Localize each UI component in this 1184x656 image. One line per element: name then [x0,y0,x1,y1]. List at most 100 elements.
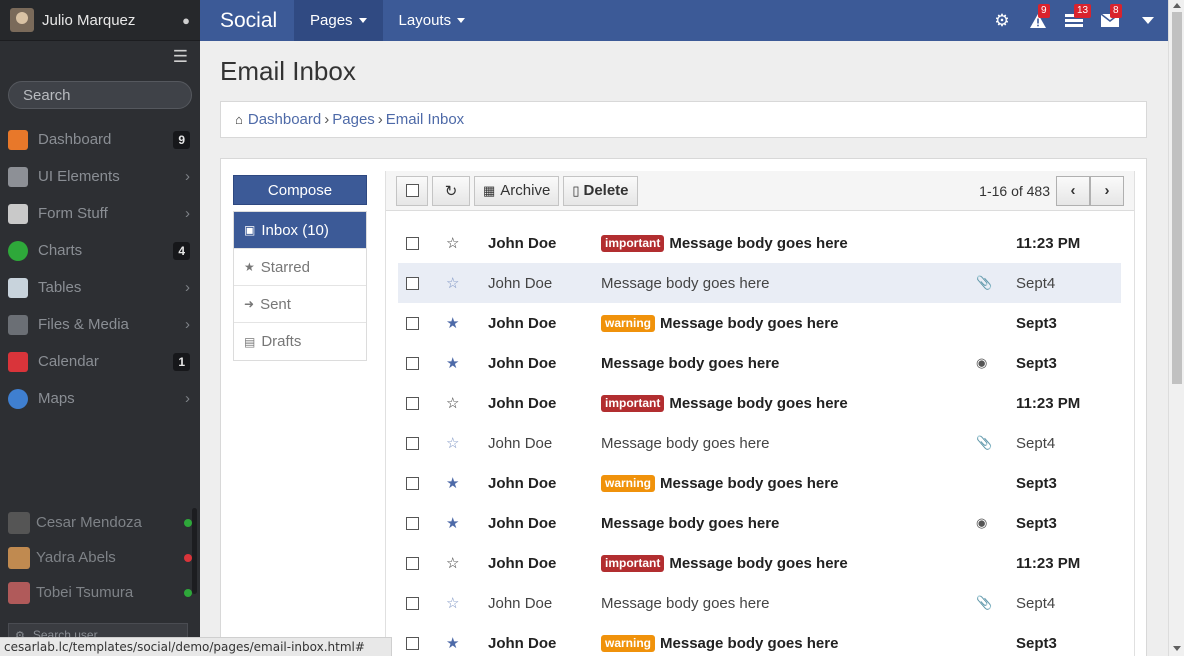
contact-item[interactable]: Tobei Tsumura [0,575,200,610]
settings-button[interactable]: ⚙ [984,0,1020,41]
page-scrollbar[interactable] [1168,0,1184,656]
message-row[interactable]: ★ John Doe warning Message body goes here Se… [398,623,1121,656]
star-icon[interactable]: ★ [426,354,488,372]
row-checkbox[interactable] [406,356,419,370]
message-row[interactable]: ☆ John Doe important Message body goes here… [398,223,1121,263]
star-icon[interactable]: ☆ [426,234,488,252]
attachment-cell: 📎 [976,275,1016,291]
contact-item[interactable]: Yadra Abels [0,540,200,575]
user-avatar[interactable] [10,8,34,32]
star-icon[interactable]: ☆ [426,274,488,292]
folder-drafts[interactable]: ▤ Drafts [234,323,366,360]
tasks-button[interactable]: 13 [1056,0,1092,41]
nav-layouts[interactable]: Layouts [383,0,482,41]
star-icon[interactable]: ☆ [426,394,488,412]
chevron-left-icon: ‹ [1070,182,1076,199]
folder-starred[interactable]: ★ Starred [234,249,366,286]
chevron-right-icon: › [185,390,190,407]
tasks-badge: 13 [1074,4,1092,18]
row-checkbox[interactable] [406,596,419,610]
sidebar-item-calendar[interactable]: Calendar 1 [0,343,200,380]
folder-inbox[interactable]: ▣ Inbox (10) [234,212,366,249]
star-icon[interactable]: ☆ [426,554,488,572]
folder-sent[interactable]: ➜ Sent [234,286,366,323]
caret-down-icon [1142,17,1154,24]
sidebar-search-placeholder: Search [23,86,71,104]
message-body: Message body goes here [669,554,848,572]
sidebar-item-charts[interactable]: Charts 4 [0,232,200,269]
star-icon[interactable]: ★ [426,634,488,652]
message-row[interactable]: ☆ John Doe Message body goes here 📎 Sept4 [398,583,1121,623]
scroll-down-icon[interactable] [1173,646,1181,651]
row-checkbox[interactable] [406,476,419,490]
paperclip-icon: 📎 [976,275,993,290]
row-checkbox[interactable] [406,236,419,250]
message-row[interactable]: ★ John Doe warning Message body goes here Se… [398,463,1121,503]
home-icon [8,129,28,150]
alerts-button[interactable]: 9 [1020,0,1056,41]
status-dot [184,588,192,597]
message-body: Message body goes here [601,514,780,532]
breadcrumb-current[interactable]: Email Inbox [386,111,464,128]
sidebar-item-ui-elements[interactable]: UI Elements › [0,158,200,195]
scroll-up-icon[interactable] [1173,3,1181,8]
select-all-checkbox[interactable] [396,175,428,206]
star-icon[interactable]: ★ [426,514,488,532]
sidebar-item-form-stuff[interactable]: Form Stuff › [0,195,200,232]
message-from: John Doe [488,434,553,452]
message-from: John Doe [488,354,557,372]
star-icon[interactable]: ☆ [426,594,488,612]
user-icon[interactable]: ● [182,13,190,28]
row-checkbox[interactable] [406,396,419,410]
message-time: Sept4 [1016,594,1056,612]
star-icon[interactable]: ★ [426,474,488,492]
row-checkbox[interactable] [406,636,419,650]
message-row[interactable]: ★ John Doe warning Message body goes here Se… [398,303,1121,343]
row-checkbox[interactable] [406,556,419,570]
message-time: Sept3 [1016,634,1057,652]
globe-icon [8,388,28,409]
message-body: Message body goes here [660,474,839,492]
star-icon[interactable]: ☆ [426,434,488,452]
message-body: Message body goes here [660,634,839,652]
message-row[interactable]: ☆ John Doe important Message body goes here… [398,543,1121,583]
attachment-cell: 📎 [976,595,1016,611]
sidebar-item-dashboard[interactable]: Dashboard 9 [0,121,200,158]
breadcrumb-dashboard[interactable]: Dashboard [248,111,321,128]
hamburger-icon[interactable]: ☰ [173,47,188,67]
important-label: important [601,554,665,572]
sidebar-item-maps[interactable]: Maps › [0,380,200,417]
contact-item[interactable]: Cesar Mendoza [0,505,200,540]
message-from: John Doe [488,554,557,572]
star-icon[interactable]: ★ [426,314,488,332]
message-row[interactable]: ☆ John Doe Message body goes here 📎 Sept4 [398,263,1121,303]
breadcrumb: ⌂ Dashboard › Pages › Email Inbox [220,101,1147,138]
nav-pages[interactable]: Pages [294,0,383,41]
row-checkbox[interactable] [406,316,419,330]
message-row[interactable]: ☆ John Doe important Message body goes here… [398,383,1121,423]
user-name[interactable]: Julio Marquez [42,12,182,29]
message-from: John Doe [488,514,557,532]
user-menu-toggle[interactable] [1128,0,1168,41]
scrollbar-thumb[interactable] [1172,12,1182,384]
refresh-button[interactable]: ↻ [432,175,470,206]
delete-button[interactable]: ▯ Delete [563,175,638,206]
messages-button[interactable]: 8 [1092,0,1128,41]
row-checkbox[interactable] [406,516,419,530]
message-row[interactable]: ★ John Doe Message body goes here ◉ Sept3 [398,503,1121,543]
archive-button[interactable]: ▦ Archive [474,175,560,206]
compose-button[interactable]: Compose [233,175,367,205]
menu-toggle[interactable]: ☰ [0,41,200,73]
breadcrumb-pages[interactable]: Pages [332,111,375,128]
sidebar-search-input[interactable]: Search [8,81,192,109]
message-row[interactable]: ★ John Doe Message body goes here ◉ Sept3 [398,343,1121,383]
next-page-button[interactable]: › [1090,175,1124,206]
row-checkbox[interactable] [406,276,419,290]
message-row[interactable]: ☆ John Doe Message body goes here 📎 Sept4 [398,423,1121,463]
message-from: John Doe [488,394,557,412]
row-checkbox[interactable] [406,436,419,450]
brand[interactable]: Social [200,9,294,33]
prev-page-button[interactable]: ‹ [1056,175,1090,206]
sidebar-item-files-media[interactable]: Files & Media › [0,306,200,343]
sidebar-item-tables[interactable]: Tables › [0,269,200,306]
